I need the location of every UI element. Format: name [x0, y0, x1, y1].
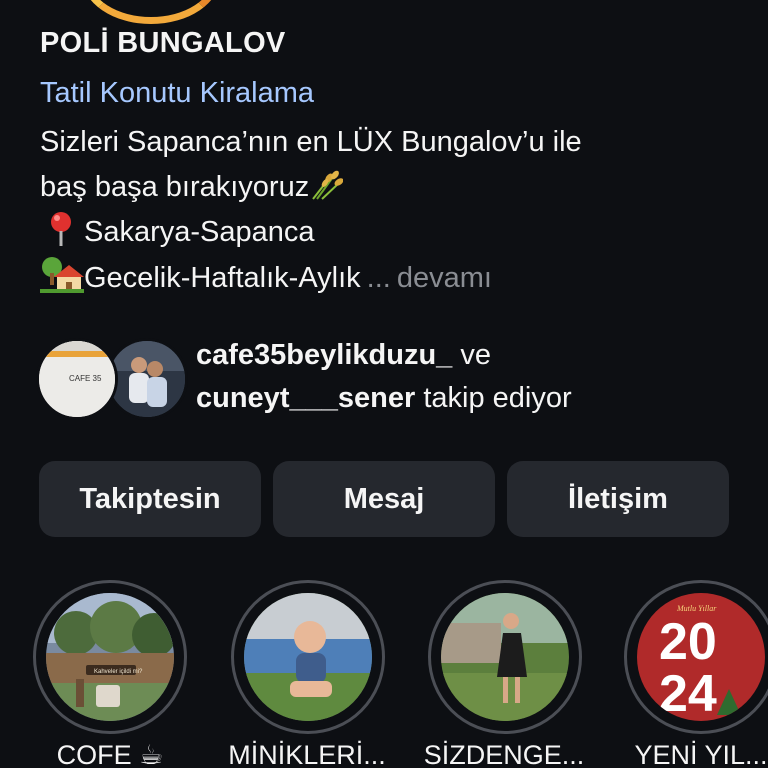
mutual-followers[interactable]: CAFE 35 cafe35beylikduzu_ ve cuneyt___se…	[36, 334, 736, 424]
highlight-cofe[interactable]: Kahveler içildi mi?	[33, 580, 187, 734]
woman-garden-image	[441, 593, 569, 721]
cafe-logo-image: CAFE 35	[39, 341, 115, 417]
follower-avatar-cafe35[interactable]: CAFE 35	[36, 338, 118, 420]
follower-avatar-cuneyt[interactable]	[106, 338, 188, 420]
bio-line-1: Sizleri Sapanca’nın en LÜX Bungalov’u il…	[40, 126, 582, 158]
new-year-greeting: Mutlu Yıllar	[676, 604, 717, 613]
new-year-digits-24: 24	[659, 665, 717, 721]
highlight-minikler-cover	[244, 593, 372, 721]
highlight-label-cofe: COFE ☕	[56, 740, 164, 768]
highlight-sizdengelenler-cover	[441, 593, 569, 721]
highlight-yeni-yil[interactable]: Mutlu Yıllar 20 24	[624, 580, 768, 734]
bio-line-2-text: baş başa bırakıyoruz	[40, 171, 310, 203]
bio-ellipsis: ...	[366, 262, 391, 294]
profile-bio: Sizleri Sapanca’nın en LÜX Bungalov’u il…	[40, 120, 740, 301]
new-year-digits-20: 20	[659, 613, 717, 671]
house-with-garden-icon	[40, 257, 84, 293]
baby-photo-image	[244, 593, 372, 721]
highlight-sizdengelenler[interactable]	[428, 580, 582, 734]
profile-name: POLİ BUNGALOV	[40, 27, 286, 59]
couple-photo-image	[109, 341, 185, 417]
followers-suffix: takip ediyor	[423, 382, 572, 414]
follower-username-2[interactable]: cuneyt___sener	[196, 382, 415, 414]
bio-line-4: Gecelik-Haftalık-Aylık... devamı	[40, 255, 740, 301]
bio-more-link[interactable]: devamı	[397, 262, 492, 294]
bio-line-2: baş başa bırakıyoruz	[40, 165, 740, 210]
cafe-logo-text: CAFE 35	[69, 374, 102, 383]
highlight-label-minikler: MİNİKLERİ...	[228, 740, 386, 768]
contact-button[interactable]: İletişim	[507, 461, 729, 537]
bio-line-3-text: Sakarya-Sapanca	[84, 216, 315, 248]
highlight-cofe-cover: Kahveler içildi mi?	[46, 593, 174, 721]
highlight-label-sizdengelenler: SİZDENGE...	[423, 740, 585, 768]
coffee-scene-image: Kahveler içildi mi?	[46, 593, 174, 721]
profile-category-link[interactable]: Tatil Konutu Kiralama	[40, 77, 314, 110]
followers-conjunction: ve	[460, 339, 491, 371]
bio-line-4-text: Gecelik-Haftalık-Aylık	[84, 262, 361, 294]
highlight-yeni-yil-cover: Mutlu Yıllar 20 24	[637, 593, 765, 721]
followers-text: cafe35beylikduzu_ ve cuneyt___sener taki…	[196, 334, 572, 420]
bio-line-3: Sakarya-Sapanca	[40, 210, 740, 255]
follower-username-1[interactable]: cafe35beylikduzu_	[196, 339, 452, 371]
highlight-label-yeni-yil: YENİ YIL...	[634, 740, 768, 768]
sheaf-of-rice-icon	[312, 170, 344, 200]
profile-avatar-ring[interactable]	[82, 0, 220, 24]
round-pushpin-icon	[51, 212, 71, 246]
new-year-2024-image: Mutlu Yıllar 20 24	[637, 593, 765, 721]
following-button[interactable]: Takiptesin	[39, 461, 261, 537]
profile-screen: POLİ BUNGALOV Tatil Konutu Kiralama Sizl…	[0, 0, 768, 768]
message-button[interactable]: Mesaj	[273, 461, 495, 537]
highlight-minikler[interactable]	[231, 580, 385, 734]
cofe-caption: Kahveler içildi mi?	[94, 669, 143, 675]
